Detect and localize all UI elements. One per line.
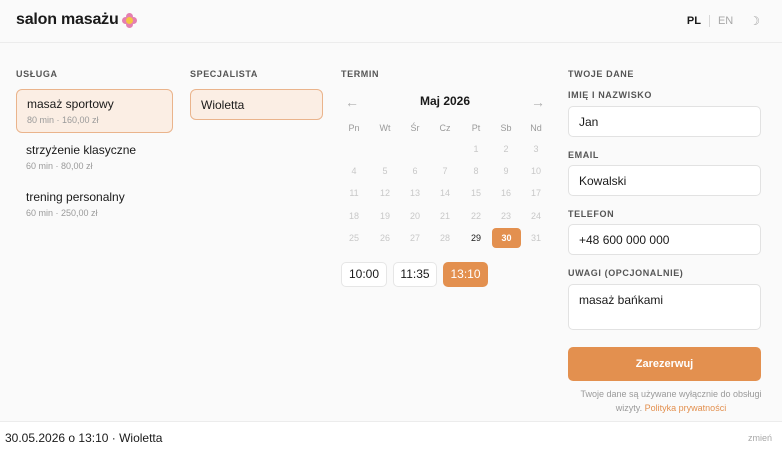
calendar-day-disabled: 11 [349, 188, 359, 198]
brand-name: salon masażu [16, 11, 119, 28]
service-name: masaż sportowy [27, 97, 114, 111]
calendar-day-disabled: 31 [530, 233, 541, 243]
calendar-day-disabled: 4 [351, 166, 357, 176]
name-label: IMIĘ I NAZWISKO [568, 90, 652, 100]
privacy-policy-link[interactable]: Polityka prywatności [645, 403, 727, 413]
calendar-day-disabled: 16 [500, 188, 511, 198]
calendar-day-disabled: 24 [530, 211, 541, 221]
calendar-day-disabled: 20 [409, 211, 420, 221]
calendar-day-disabled: 6 [412, 166, 418, 176]
book-button[interactable]: Zarezerwuj [568, 347, 761, 381]
weekday-label: Śr [410, 123, 420, 133]
service-option-masaz-sportowy[interactable]: masaż sportowy 80 min · 160,00 zł [16, 89, 173, 133]
service-option-strzyzenie[interactable]: strzyżenie klasyczne 60 min · 80,00 zł [16, 136, 173, 180]
service-name: trening personalny [26, 190, 125, 204]
service-option-trening[interactable]: trening personalny 60 min · 250,00 zł [16, 183, 173, 227]
phone-field[interactable]: +48 600 000 000 [568, 224, 761, 255]
calendar-day-disabled: 12 [379, 188, 390, 198]
service-meta: 80 min · 160,00 zł [27, 115, 99, 125]
notes-textarea[interactable]: masaż bańkami [568, 284, 761, 330]
calendar-day-disabled: 28 [439, 233, 450, 243]
time-slot[interactable]: 10:00 [341, 262, 387, 287]
top-bar: salon masażu PL EN ☽ [0, 0, 782, 43]
notes-label: UWAGI (OPCJONALNIE) [568, 268, 684, 278]
weekday-label: Sb [500, 123, 512, 133]
term-heading: TERMIN [341, 69, 380, 79]
calendar-day-disabled: 3 [533, 144, 539, 154]
weekday-label: Wt [379, 123, 391, 133]
calendar-day-disabled: 26 [379, 233, 390, 243]
calendar-day-disabled: 17 [530, 188, 541, 198]
language-switcher: PL EN ☽ [687, 14, 760, 28]
name-field[interactable]: Jan [568, 106, 761, 137]
weekday-label: Pt [471, 123, 481, 133]
calendar-day-disabled: 27 [409, 233, 420, 243]
weekday-label: Cz [439, 123, 451, 133]
phone-label: TELEFON [568, 209, 615, 219]
flower-icon [121, 12, 137, 28]
next-month-arrow-icon[interactable]: → [531, 94, 545, 110]
lang-en-button[interactable]: EN [718, 15, 733, 27]
calendar-day-disabled: 1 [473, 144, 479, 154]
prev-month-arrow-icon[interactable]: ← [345, 94, 359, 110]
services-heading: USŁUGA [16, 69, 58, 79]
calendar-day-disabled: 2 [503, 144, 509, 154]
moon-icon[interactable]: ☽ [749, 14, 760, 28]
calendar-day-selected[interactable]: 30 [492, 228, 521, 248]
brand[interactable]: salon masażu [16, 11, 137, 29]
weekday-label: Pn [348, 123, 360, 133]
calendar-day-disabled: 21 [439, 211, 450, 221]
lang-divider [708, 15, 710, 27]
email-field[interactable]: Kowalski [568, 165, 761, 196]
time-slot[interactable]: 11:35 [393, 262, 437, 287]
calendar-day-disabled: 22 [470, 211, 481, 221]
lang-pl-button[interactable]: PL [687, 15, 701, 27]
calendar-day-disabled: 25 [348, 233, 359, 243]
calendar-day-disabled: 8 [473, 166, 479, 176]
calendar-day-disabled: 19 [379, 211, 390, 221]
calendar-month-title: Maj 2026 [420, 94, 471, 108]
change-button[interactable]: zmień [748, 433, 772, 443]
specialist-option-wioletta[interactable]: Wioletta [190, 89, 323, 120]
service-meta: 60 min · 80,00 zł [26, 161, 93, 171]
service-name: strzyżenie klasyczne [26, 143, 137, 157]
calendar-day-disabled: 9 [503, 166, 509, 176]
calendar-day-disabled: 10 [530, 166, 541, 176]
booking-summary-bar: 30.05.2026 o 13:10 · Wioletta zmień [0, 421, 782, 451]
calendar-day-disabled: 23 [500, 211, 511, 221]
service-meta: 60 min · 250,00 zł [26, 208, 98, 218]
privacy-note: Twoje dane są używane wyłącznie do obsłu… [568, 387, 774, 415]
calendar-day-disabled: 15 [470, 188, 481, 198]
calendar-day-disabled: 14 [439, 188, 450, 198]
calendar-day-disabled: 7 [442, 166, 448, 176]
calendar-day-disabled: 18 [348, 211, 359, 221]
form-heading: TWOJE DANE [568, 69, 635, 79]
calendar-day-available[interactable]: 29 [465, 228, 487, 248]
calendar-day-disabled: 13 [409, 188, 420, 198]
time-slot-selected[interactable]: 13:10 [443, 262, 488, 287]
specialist-heading: SPECJALISTA [190, 69, 258, 79]
booking-summary: 30.05.2026 o 13:10 · Wioletta [5, 431, 163, 445]
calendar-day-disabled: 5 [382, 166, 388, 176]
email-label: EMAIL [568, 150, 599, 160]
weekday-label: Nd [530, 123, 542, 133]
